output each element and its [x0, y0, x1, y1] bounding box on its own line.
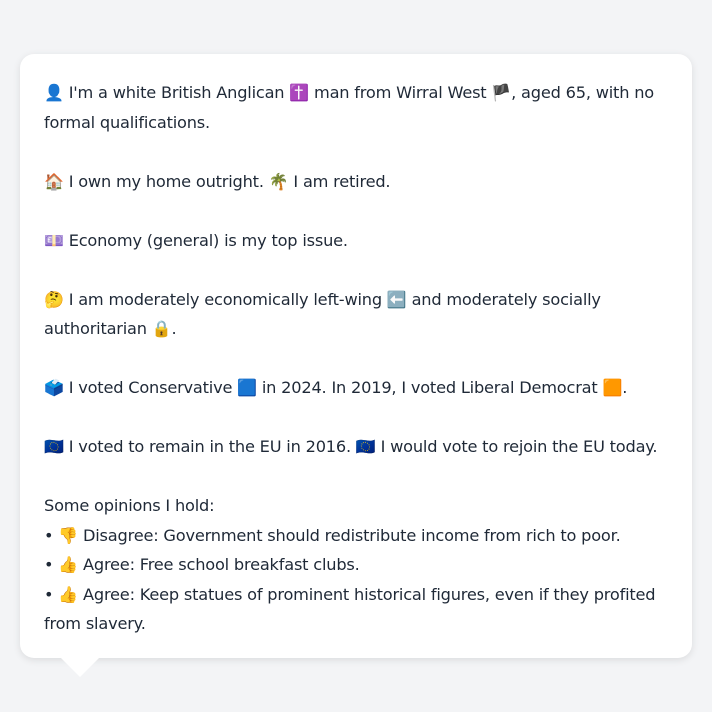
thumbs-up-icon: 👍 — [58, 584, 79, 604]
opinions-heading: Some opinions I hold: — [44, 496, 215, 515]
eu-text-2: I would vote to rejoin the EU today. — [380, 437, 658, 456]
thumbs-down-icon: 👎 — [58, 525, 79, 545]
bullet: • — [44, 584, 54, 604]
thumbs-up-icon: 👍 — [58, 555, 79, 574]
eu-flag-icon: 🇪🇺 — [355, 437, 376, 456]
person-icon: 👤 — [44, 83, 64, 102]
vote-text-2: in 2024. In 2019, I voted Liberal Democr… — [261, 378, 598, 397]
eu-flag-icon: 🇪🇺 — [44, 437, 64, 456]
speech-bubble-tail — [60, 657, 100, 677]
orange-square-icon: 🟧 — [602, 378, 623, 397]
opinion-text: Agree: Keep statues of prominent histori… — [44, 584, 656, 634]
opinions-section: Some opinions I hold: • 👎 Disagree: Gove… — [44, 491, 670, 639]
vote-text-3: . — [622, 378, 628, 397]
ideology-text-3: . — [171, 319, 177, 338]
cross-icon: ✝️ — [289, 83, 310, 102]
identity-paragraph: 👤 I'm a white British Anglican ✝️ man fr… — [44, 78, 670, 137]
bullet: • — [44, 555, 54, 574]
england-flag-icon: 🏴 — [491, 83, 512, 102]
palm-tree-icon: 🌴 — [268, 171, 289, 191]
eu-paragraph: 🇪🇺 I voted to remain in the EU in 2016. … — [44, 432, 670, 462]
opinion-item: • 👍 Agree: Keep statues of prominent his… — [44, 580, 670, 639]
identity-text: I'm a white British Anglican — [68, 83, 285, 102]
ballot-box-icon: 🗳️ — [44, 378, 64, 397]
bullet: • — [44, 525, 54, 545]
issue-paragraph: 💷 Economy (general) is my top issue. — [44, 226, 670, 256]
left-arrow-icon: ⬅️ — [386, 289, 407, 309]
issue-text: Economy (general) is my top issue. — [68, 230, 348, 250]
vote-text: I voted Conservative — [68, 378, 233, 397]
identity-text-2: man from Wirral West — [314, 83, 487, 102]
home-text: I own my home outright. — [68, 171, 264, 191]
opinion-item: • 👍 Agree: Free school breakfast clubs. — [44, 550, 670, 580]
banknote-icon: 💷 — [44, 230, 64, 250]
opinion-text: Agree: Free school breakfast clubs. — [83, 555, 360, 574]
thinking-face-icon: 🤔 — [44, 289, 64, 309]
house-icon: 🏠 — [44, 171, 64, 191]
opinion-text: Disagree: Government should redistribute… — [83, 525, 621, 545]
vote-paragraph: 🗳️ I voted Conservative 🟦 in 2024. In 20… — [44, 373, 670, 403]
ideology-text: I am moderately economically left-wing — [68, 289, 382, 309]
home-paragraph: 🏠 I own my home outright. 🌴 I am retired… — [44, 167, 670, 197]
opinion-item: • 👎 Disagree: Government should redistri… — [44, 521, 670, 551]
persona-card: 👤 I'm a white British Anglican ✝️ man fr… — [20, 54, 692, 677]
eu-text: I voted to remain in the EU in 2016. — [68, 437, 351, 456]
lock-icon: 🔒 — [151, 319, 172, 338]
ideology-paragraph: 🤔 I am moderately economically left-wing… — [44, 285, 670, 344]
blue-square-icon: 🟦 — [237, 378, 257, 397]
work-text: I am retired. — [293, 171, 391, 191]
